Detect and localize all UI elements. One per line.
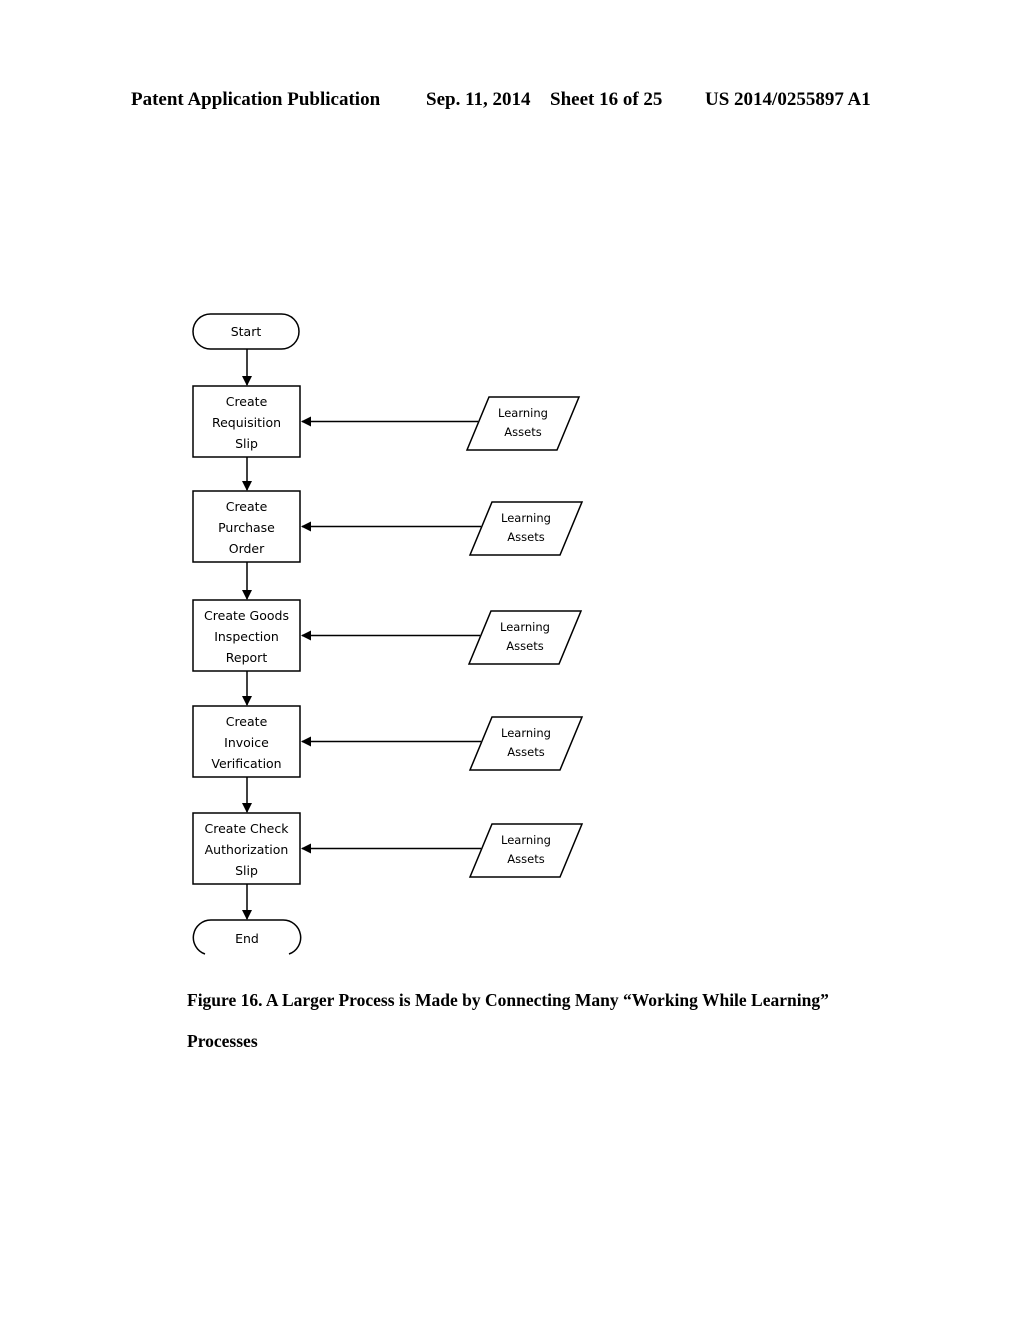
process-step: Create Goods Inspection Report Learning Asse… (192, 599, 583, 706)
learning-assets-label: Assets (506, 639, 543, 653)
flowchart: Start Create Requisition Slip Learning Asset… (192, 313, 584, 955)
learning-assets-label: Learning (501, 726, 551, 740)
process-box-label: Inspection (214, 629, 279, 644)
end-label: End (235, 931, 259, 946)
process-box-label: Invoice (224, 735, 269, 750)
process-step: Create Invoice Verification Learning Assets (192, 705, 584, 813)
learning-assets-label: Learning (500, 620, 550, 634)
learning-assets-input (465, 396, 581, 451)
process-box-label: Slip (235, 863, 258, 878)
process-box-label: Slip (235, 436, 258, 451)
learning-assets-label: Learning (501, 833, 551, 847)
process-box-label: Requisition (212, 415, 281, 430)
process-box-label: Create (226, 714, 268, 729)
figure-caption-line-2: Processes (187, 1031, 258, 1051)
learning-assets-label: Assets (504, 425, 541, 439)
end-terminator: End (192, 919, 302, 955)
process-box-label: Create Goods (204, 608, 289, 623)
process-box-label: Report (226, 650, 268, 665)
learning-assets-label: Assets (507, 852, 544, 866)
start-label: Start (231, 324, 262, 339)
learning-assets-input (468, 823, 584, 878)
process-steps: CreateRequisitionSlipLearningAssetsCreat… (192, 385, 584, 920)
learning-assets-label: Assets (507, 745, 544, 759)
learning-assets-input (468, 501, 584, 556)
process-step: Create Check Authorization Slip Learning Ass… (192, 812, 584, 920)
process-box-label: Authorization (205, 842, 289, 857)
start-terminator: Start (192, 313, 300, 350)
process-box-label: Create (226, 394, 268, 409)
process-box-label: Purchase (218, 520, 275, 535)
learning-assets-input (467, 610, 583, 665)
learning-assets-input (468, 716, 584, 771)
process-box-label: Verification (211, 756, 281, 771)
figure-caption-line-1: Figure 16. A Larger Process is Made by C… (187, 990, 829, 1010)
learning-assets-label: Learning (501, 511, 551, 525)
process-box-label: Create (226, 499, 268, 514)
process-box-label: Create Check (205, 821, 290, 836)
process-step: Create Requisition Slip Learning Assets (192, 385, 581, 491)
process-box-label: Order (229, 541, 265, 556)
learning-assets-label: Learning (498, 406, 548, 420)
learning-assets-label: Assets (507, 530, 544, 544)
process-step: Create Purchase Order Learning Assets (192, 490, 584, 600)
